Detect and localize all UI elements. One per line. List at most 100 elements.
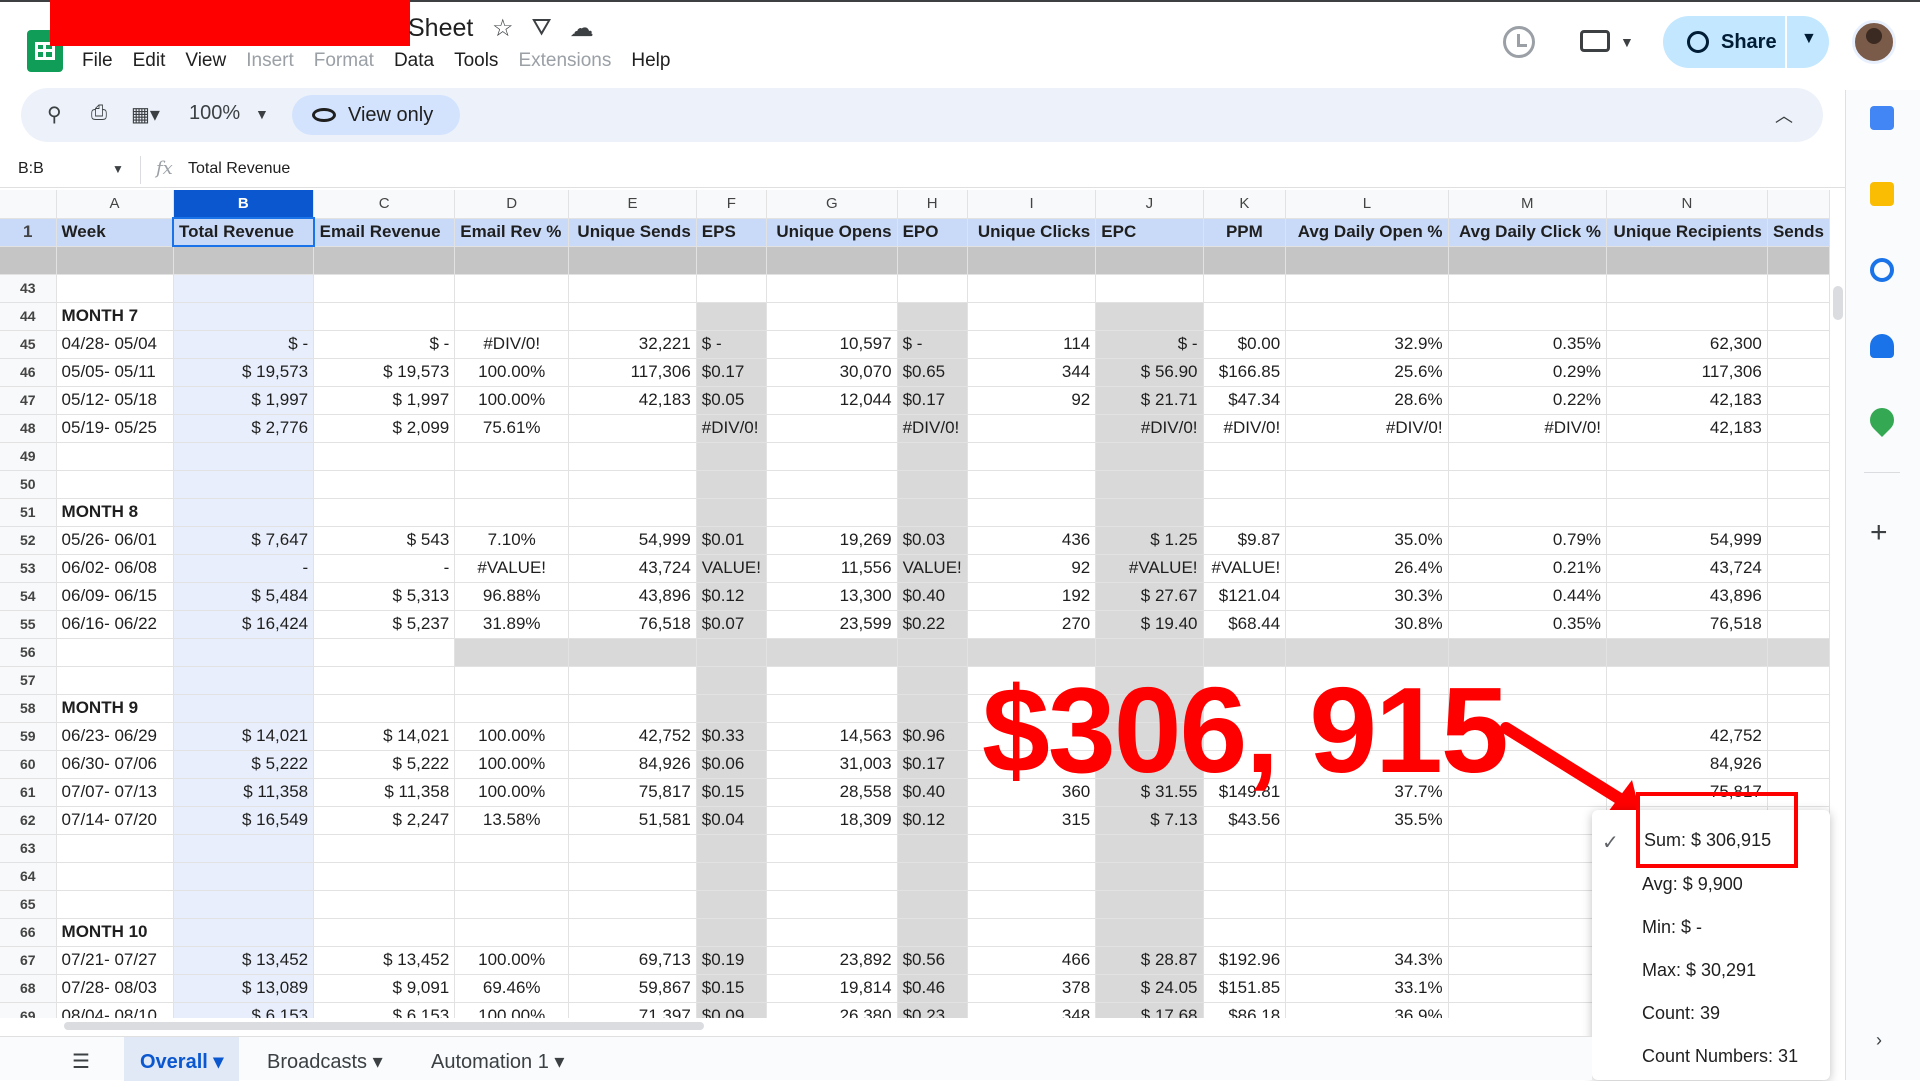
grid-cell[interactable] [897,666,968,695]
grid-cell[interactable] [1285,274,1449,303]
grid-cell[interactable] [1203,498,1287,527]
row-number[interactable]: 63 [0,834,57,863]
column-header[interactable]: A [56,190,174,219]
column-header[interactable]: H [897,190,968,219]
grid-cell[interactable] [173,918,315,947]
grid-cell[interactable]: 0.29% [1448,358,1608,387]
grid-cell[interactable]: $ 17.68 [1095,1002,1204,1018]
grid-cell[interactable]: $ 13,089 [173,974,315,1003]
grid-cell[interactable]: 34.3% [1285,946,1449,975]
grid-cell[interactable]: $ 2,776 [173,414,315,443]
row-number[interactable]: 51 [0,498,57,527]
grid-cell[interactable] [1606,498,1768,527]
row-number[interactable]: 44 [0,302,57,331]
grid-cell[interactable]: 117,306 [1606,358,1768,387]
meet-caret-icon[interactable]: ▼ [1620,34,1634,50]
grid-cell[interactable]: $ - [173,330,315,359]
header-cell[interactable]: Avg Daily Open % [1285,218,1449,247]
grid-cell[interactable] [454,470,570,499]
grid-cell[interactable]: 100.00% [454,946,570,975]
grid-cell[interactable] [696,302,768,331]
grid-cell[interactable]: 28,558 [766,778,898,807]
grid-cell[interactable] [313,890,456,919]
grid-cell[interactable] [1285,918,1449,947]
grid-cell[interactable]: 26,380 [766,1002,898,1018]
share-button[interactable]: Share ▼ [1663,16,1829,68]
grid-cell[interactable]: $ 13,452 [313,946,456,975]
grid-cell[interactable]: $ 5,222 [313,750,456,779]
grid-cell[interactable]: $ 14,021 [173,722,315,751]
row-number[interactable]: 49 [0,442,57,471]
row-number[interactable]: 67 [0,946,57,975]
grid-cell[interactable] [696,470,768,499]
grid-cell[interactable] [56,442,174,471]
grid-cell[interactable]: 0.44% [1448,582,1608,611]
row-number[interactable]: 65 [0,890,57,919]
grid-cell[interactable] [1285,834,1449,863]
grid-cell[interactable] [1767,358,1830,387]
grid-cell[interactable]: 31,003 [766,750,898,779]
grid-cell[interactable]: $0.09 [696,1002,768,1018]
grid-cell[interactable] [1203,918,1287,947]
grid-cell[interactable]: $0.04 [696,806,768,835]
grid-cell[interactable] [766,862,898,891]
grid-cell[interactable]: 0.79% [1448,526,1608,555]
grid-cell[interactable] [568,694,697,723]
vertical-scrollbar[interactable] [1833,286,1843,320]
grid-cell[interactable]: $ 2,247 [313,806,456,835]
grid-cell[interactable] [766,890,898,919]
grid-cell[interactable]: 07/28- 08/03 [56,974,174,1003]
column-header[interactable]: D [454,190,570,219]
grid-cell[interactable] [173,498,315,527]
grid-cell[interactable] [173,694,315,723]
row-number[interactable]: 53 [0,554,57,583]
grid-cell[interactable] [454,862,570,891]
sheet-grid[interactable]: A B C D E F G H I J K L M N 1 Week Total Revenue Email Re… [0,190,1830,1018]
grid-cell[interactable]: 96.88% [454,582,570,611]
grid-cell[interactable] [1767,470,1830,499]
grid-cell[interactable] [1448,946,1608,975]
grid-cell[interactable]: #DIV/0! [1095,414,1204,443]
horizontal-scrollbar[interactable] [64,1022,704,1030]
grid-cell[interactable] [1448,470,1608,499]
grid-cell[interactable]: $ 1,997 [313,386,456,415]
grid-cell[interactable] [766,694,898,723]
grid-cell[interactable] [967,470,1097,499]
grid-cell[interactable]: 100.00% [454,358,570,387]
grid-cell[interactable]: 42,183 [568,386,697,415]
share-dropdown-icon[interactable]: ▼ [1801,30,1817,48]
column-header[interactable]: E [568,190,697,219]
grid-cell[interactable]: 71,397 [568,1002,697,1018]
grid-cell[interactable]: $0.17 [897,386,968,415]
grid-cell[interactable] [568,442,697,471]
tab-broadcasts[interactable]: Broadcasts ▾ [267,1049,383,1074]
grid-cell[interactable]: MONTH 7 [56,302,174,331]
grid-cell[interactable]: $9.87 [1203,526,1287,555]
column-header[interactable]: J [1095,190,1204,219]
grid-cell[interactable] [1448,274,1608,303]
menu-tools[interactable]: Tools [454,50,498,72]
grid-cell[interactable]: $0.40 [897,582,968,611]
stat-min[interactable]: Min: $ - [1642,917,1702,947]
tab-automation-1[interactable]: Automation 1 ▾ [431,1049,564,1074]
grid-cell[interactable]: $ 11,358 [173,778,315,807]
grid-cell[interactable]: 76,518 [568,610,697,639]
grid-cell[interactable] [1095,498,1204,527]
grid-cell[interactable]: 10,597 [766,330,898,359]
grid-cell[interactable]: 75.61% [454,414,570,443]
grid-cell[interactable] [1095,274,1204,303]
grid-cell[interactable] [766,638,898,667]
grid-cell[interactable]: 23,599 [766,610,898,639]
row-number[interactable]: 69 [0,1002,57,1018]
grid-cell[interactable]: $ 21.71 [1095,386,1204,415]
grid-cell[interactable] [1767,554,1830,583]
header-cell[interactable]: Unique Opens [766,218,898,247]
grid-cell[interactable]: 05/19- 05/25 [56,414,174,443]
grid-cell[interactable]: $ 16,424 [173,610,315,639]
row-number[interactable]: 57 [0,666,57,695]
grid-cell[interactable] [56,862,174,891]
grid-cell[interactable]: 59,867 [568,974,697,1003]
grid-cell[interactable] [173,274,315,303]
grid-cell[interactable]: 30.8% [1285,610,1449,639]
grid-cell[interactable]: #DIV/0! [1285,414,1449,443]
